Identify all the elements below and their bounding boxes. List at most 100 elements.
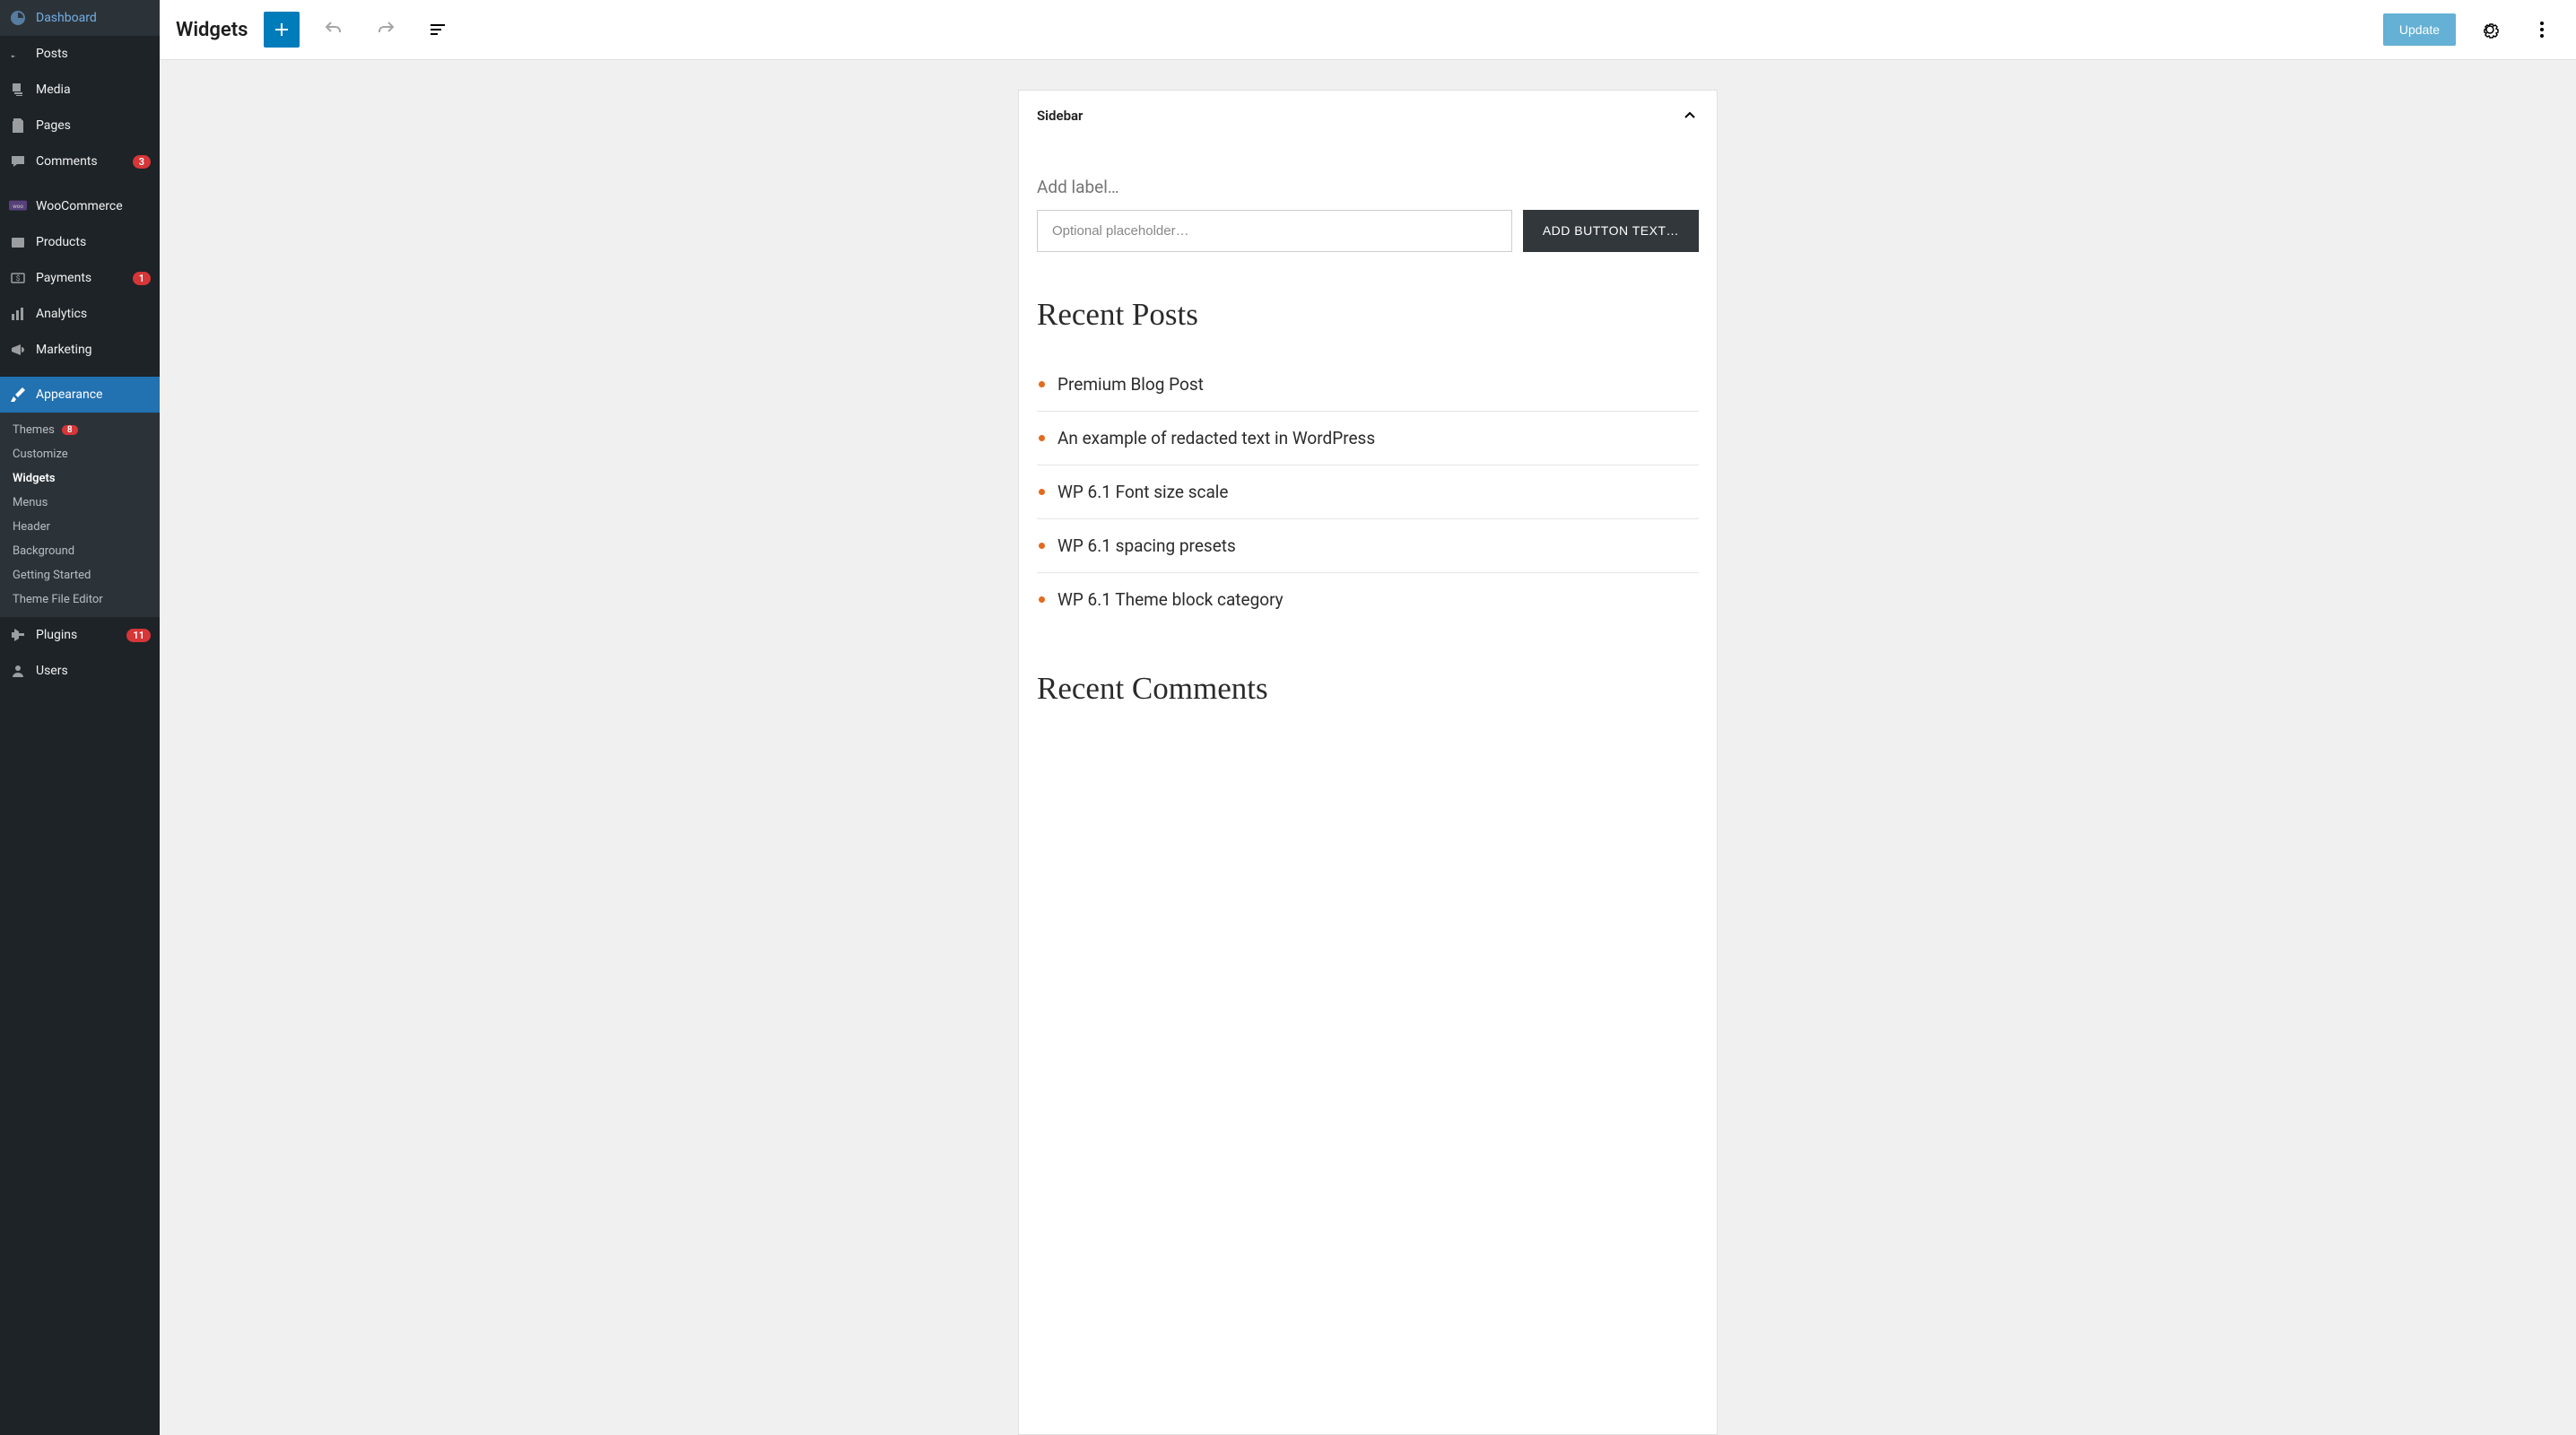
sidebar-item-label: Payments (36, 271, 124, 285)
bullet-icon (1039, 596, 1045, 603)
bullet-icon (1039, 489, 1045, 495)
recent-comments-heading: Recent Comments (1037, 671, 1699, 707)
update-button[interactable]: Update (2383, 13, 2456, 46)
submenu-item-label: Menus (13, 496, 48, 509)
submenu-item-customize[interactable]: Customize (0, 442, 160, 466)
post-title: WP 6.1 Theme block category (1057, 589, 1284, 610)
products-icon (9, 233, 27, 251)
sidebar-item-woocommerce[interactable]: woo WooCommerce (0, 188, 160, 224)
submenu-item-menus[interactable]: Menus (0, 491, 160, 515)
list-item[interactable]: Premium Blog Post (1037, 358, 1699, 412)
redo-icon (375, 19, 396, 40)
sidebar-item-pages[interactable]: Pages (0, 108, 160, 144)
settings-button[interactable] (2472, 12, 2508, 48)
admin-sidebar: Dashboard Posts Media Pages Comments 3 w… (0, 0, 160, 1435)
editor-main: Sidebar Add label… ADD BUTTON TEXT… Rece… (160, 0, 2576, 1435)
widget-area-body: Add label… ADD BUTTON TEXT… Recent Posts… (1019, 141, 1717, 768)
list-item[interactable]: An example of redacted text in WordPress (1037, 412, 1699, 465)
sidebar-item-plugins[interactable]: Plugins 11 (0, 617, 160, 653)
comments-badge: 3 (133, 155, 151, 169)
sidebar-item-label: Dashboard (36, 11, 151, 25)
widget-area-sidebar: Sidebar Add label… ADD BUTTON TEXT… Rece… (1018, 90, 1718, 1435)
recent-posts-list: Premium Blog Post An example of redacted… (1037, 358, 1699, 626)
add-block-button[interactable] (264, 12, 300, 48)
sidebar-item-dashboard[interactable]: Dashboard (0, 0, 160, 36)
sidebar-item-comments[interactable]: Comments 3 (0, 144, 160, 179)
post-title: An example of redacted text in WordPress (1057, 428, 1375, 448)
megaphone-icon (9, 341, 27, 359)
sidebar-item-label: Appearance (36, 387, 151, 402)
list-item[interactable]: WP 6.1 Font size scale (1037, 465, 1699, 519)
submenu-item-label: Customize (13, 448, 68, 461)
media-icon (9, 81, 27, 99)
search-button-label: ADD BUTTON TEXT… (1543, 223, 1679, 238)
list-item[interactable]: WP 6.1 Theme block category (1037, 573, 1699, 626)
sidebar-item-label: Marketing (36, 343, 151, 357)
sidebar-item-label: Pages (36, 118, 151, 133)
sidebar-item-users[interactable]: Users (0, 653, 160, 689)
plugin-icon (9, 626, 27, 644)
sidebar-item-label: Comments (36, 154, 124, 169)
submenu-item-label: Theme File Editor (13, 593, 103, 606)
submenu-item-themes[interactable]: Themes 8 (0, 418, 160, 442)
plugins-badge: 11 (126, 629, 151, 642)
chevron-up-icon (1681, 107, 1699, 125)
appearance-submenu: Themes 8 Customize Widgets Menus Header … (0, 413, 160, 617)
post-title: WP 6.1 Font size scale (1057, 482, 1228, 502)
submenu-item-label: Widgets (13, 472, 56, 485)
sidebar-item-label: Users (36, 664, 151, 678)
payments-badge: 1 (133, 272, 151, 285)
post-title: WP 6.1 spacing presets (1057, 535, 1236, 556)
submenu-item-label: Header (13, 520, 50, 534)
submenu-item-header[interactable]: Header (0, 515, 160, 539)
sidebar-item-label: Analytics (36, 307, 151, 321)
sidebar-item-analytics[interactable]: Analytics (0, 296, 160, 332)
gear-icon (2479, 19, 2501, 40)
sidebar-item-appearance[interactable]: Appearance (0, 377, 160, 413)
sidebar-item-products[interactable]: Products (0, 224, 160, 260)
options-button[interactable] (2524, 12, 2560, 48)
plus-icon (271, 19, 292, 40)
themes-badge: 8 (62, 425, 78, 435)
search-block-label[interactable]: Add label… (1037, 177, 1699, 197)
submenu-item-background[interactable]: Background (0, 539, 160, 563)
submenu-item-widgets[interactable]: Widgets (0, 466, 160, 491)
search-button[interactable]: ADD BUTTON TEXT… (1523, 210, 1699, 252)
redo-button[interactable] (368, 12, 404, 48)
post-title: Premium Blog Post (1057, 374, 1204, 395)
bullet-icon (1039, 543, 1045, 549)
woo-icon: woo (9, 197, 27, 215)
submenu-item-label: Themes (13, 423, 55, 437)
sidebar-item-label: Posts (36, 47, 151, 61)
submenu-item-getting-started[interactable]: Getting Started (0, 563, 160, 587)
submenu-item-theme-file-editor[interactable]: Theme File Editor (0, 587, 160, 612)
submenu-item-label: Getting Started (13, 569, 91, 582)
more-vertical-icon (2531, 19, 2553, 40)
search-block: ADD BUTTON TEXT… (1037, 210, 1699, 252)
sidebar-item-marketing[interactable]: Marketing (0, 332, 160, 368)
svg-text:$: $ (16, 274, 21, 283)
widget-area-title: Sidebar (1037, 108, 1083, 124)
dashboard-icon (9, 9, 27, 27)
widget-area-header[interactable]: Sidebar (1019, 91, 1717, 141)
list-item[interactable]: WP 6.1 spacing presets (1037, 519, 1699, 573)
undo-icon (323, 19, 344, 40)
sidebar-item-posts[interactable]: Posts (0, 36, 160, 72)
pin-icon (9, 45, 27, 63)
comment-icon (9, 152, 27, 170)
sidebar-item-label: Media (36, 83, 151, 97)
search-input[interactable] (1037, 210, 1512, 252)
sidebar-item-payments[interactable]: $ Payments 1 (0, 260, 160, 296)
pages-icon (9, 117, 27, 135)
brush-icon (9, 386, 27, 404)
undo-button[interactable] (316, 12, 352, 48)
sidebar-item-media[interactable]: Media (0, 72, 160, 108)
page-title: Widgets (176, 19, 248, 41)
analytics-icon (9, 305, 27, 323)
payments-icon: $ (9, 269, 27, 287)
sidebar-item-label: Products (36, 235, 151, 249)
list-view-icon (427, 19, 448, 40)
list-view-button[interactable] (420, 12, 456, 48)
recent-posts-heading: Recent Posts (1037, 297, 1699, 333)
submenu-item-label: Background (13, 544, 74, 558)
